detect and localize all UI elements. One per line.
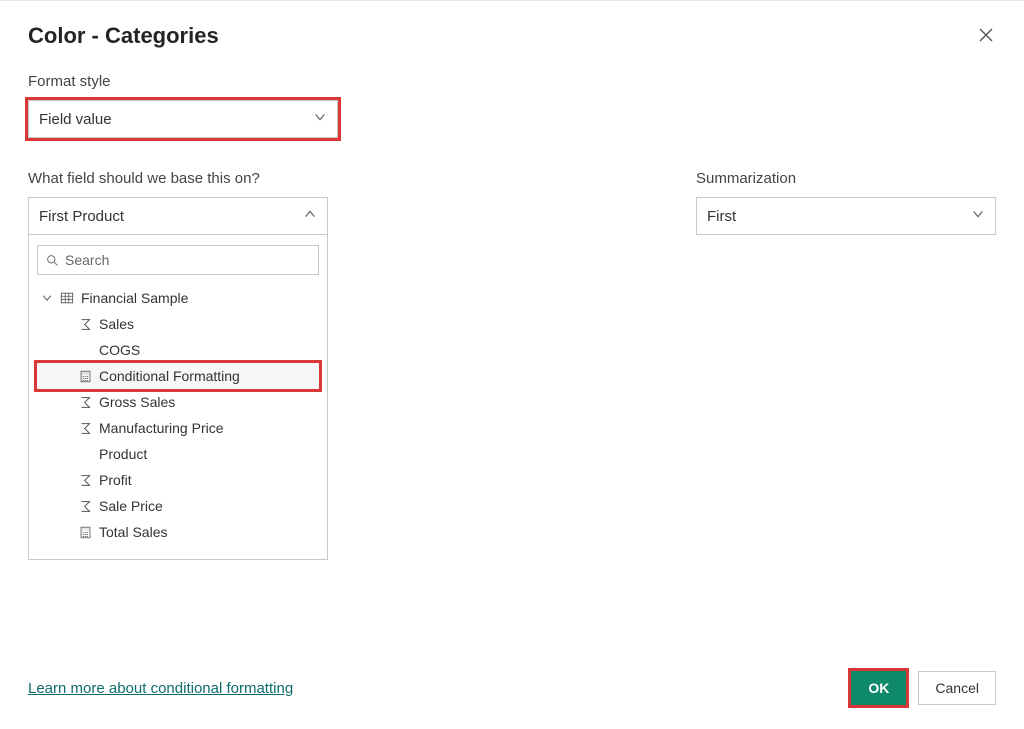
chevron-down-icon: [41, 292, 55, 304]
tree-field-label: Product: [99, 446, 147, 462]
sigma-icon: [77, 422, 93, 435]
footer: Learn more about conditional formatting …: [28, 671, 996, 705]
tree-table-label: Financial Sample: [81, 290, 188, 306]
sigma-icon: [77, 474, 93, 487]
tree-field-label: Profit: [99, 472, 132, 488]
search-icon: [46, 254, 59, 267]
calculator-icon: [77, 370, 93, 383]
chevron-down-icon: [971, 207, 985, 225]
chevron-up-icon: [303, 207, 317, 225]
sigma-icon: [77, 318, 93, 331]
titlebar: Color - Categories: [28, 23, 996, 49]
field-basis-dropdown[interactable]: First Product: [28, 197, 328, 235]
close-icon[interactable]: [978, 27, 996, 45]
cancel-button[interactable]: Cancel: [918, 671, 996, 705]
field-tree: Financial Sample Sales COGS Conditional Fo…: [37, 285, 319, 545]
tree-table-row[interactable]: Financial Sample: [37, 285, 319, 311]
button-group: OK Cancel: [851, 671, 996, 705]
search-input[interactable]: Search: [37, 245, 319, 275]
dialog-title: Color - Categories: [28, 23, 219, 49]
field-basis-label: What field should we base this on?: [28, 170, 346, 187]
ok-button[interactable]: OK: [851, 671, 906, 705]
tree-field-label: COGS: [99, 342, 140, 358]
calculator-icon: [77, 526, 93, 539]
search-placeholder: Search: [65, 252, 109, 268]
tree-field-label: Sales: [99, 316, 134, 332]
format-style-dropdown[interactable]: Field value: [28, 100, 338, 138]
tree-field-row[interactable]: Manufacturing Price: [37, 415, 319, 441]
tree-field-row[interactable]: Sale Price: [37, 493, 319, 519]
tree-field-label: Gross Sales: [99, 394, 175, 410]
tree-field-row[interactable]: Conditional Formatting: [37, 363, 319, 389]
summarization-label: Summarization: [696, 170, 996, 187]
tree-field-label: Total Sales: [99, 524, 167, 540]
summarization-dropdown[interactable]: First: [696, 197, 996, 235]
learn-more-link[interactable]: Learn more about conditional formatting: [28, 680, 293, 697]
tree-field-row[interactable]: Profit: [37, 467, 319, 493]
tree-field-label: Manufacturing Price: [99, 420, 224, 436]
sigma-icon: [77, 500, 93, 513]
field-basis-column: What field should we base this on? First…: [28, 146, 346, 560]
format-style-value: Field value: [39, 111, 112, 128]
tree-field-label: Conditional Formatting: [99, 368, 240, 384]
chevron-down-icon: [313, 110, 327, 128]
table-icon: [59, 291, 75, 305]
format-style-label: Format style: [28, 73, 996, 90]
field-picker-panel: Search Financial Sample Sales COGS Conditi…: [28, 234, 328, 560]
sigma-icon: [77, 396, 93, 409]
summarization-value: First: [707, 208, 736, 225]
columns: What field should we base this on? First…: [28, 146, 996, 560]
tree-field-row[interactable]: Gross Sales: [37, 389, 319, 415]
summarization-column: Summarization First: [696, 146, 996, 560]
tree-field-label: Sale Price: [99, 498, 163, 514]
tree-field-row[interactable]: Sales: [37, 311, 319, 337]
tree-field-row[interactable]: Total Sales: [37, 519, 319, 545]
dialog: Color - Categories Format style Field va…: [0, 0, 1024, 729]
tree-field-row[interactable]: COGS: [37, 337, 319, 363]
tree-field-row[interactable]: Product: [37, 441, 319, 467]
field-basis-value: First Product: [39, 208, 124, 225]
